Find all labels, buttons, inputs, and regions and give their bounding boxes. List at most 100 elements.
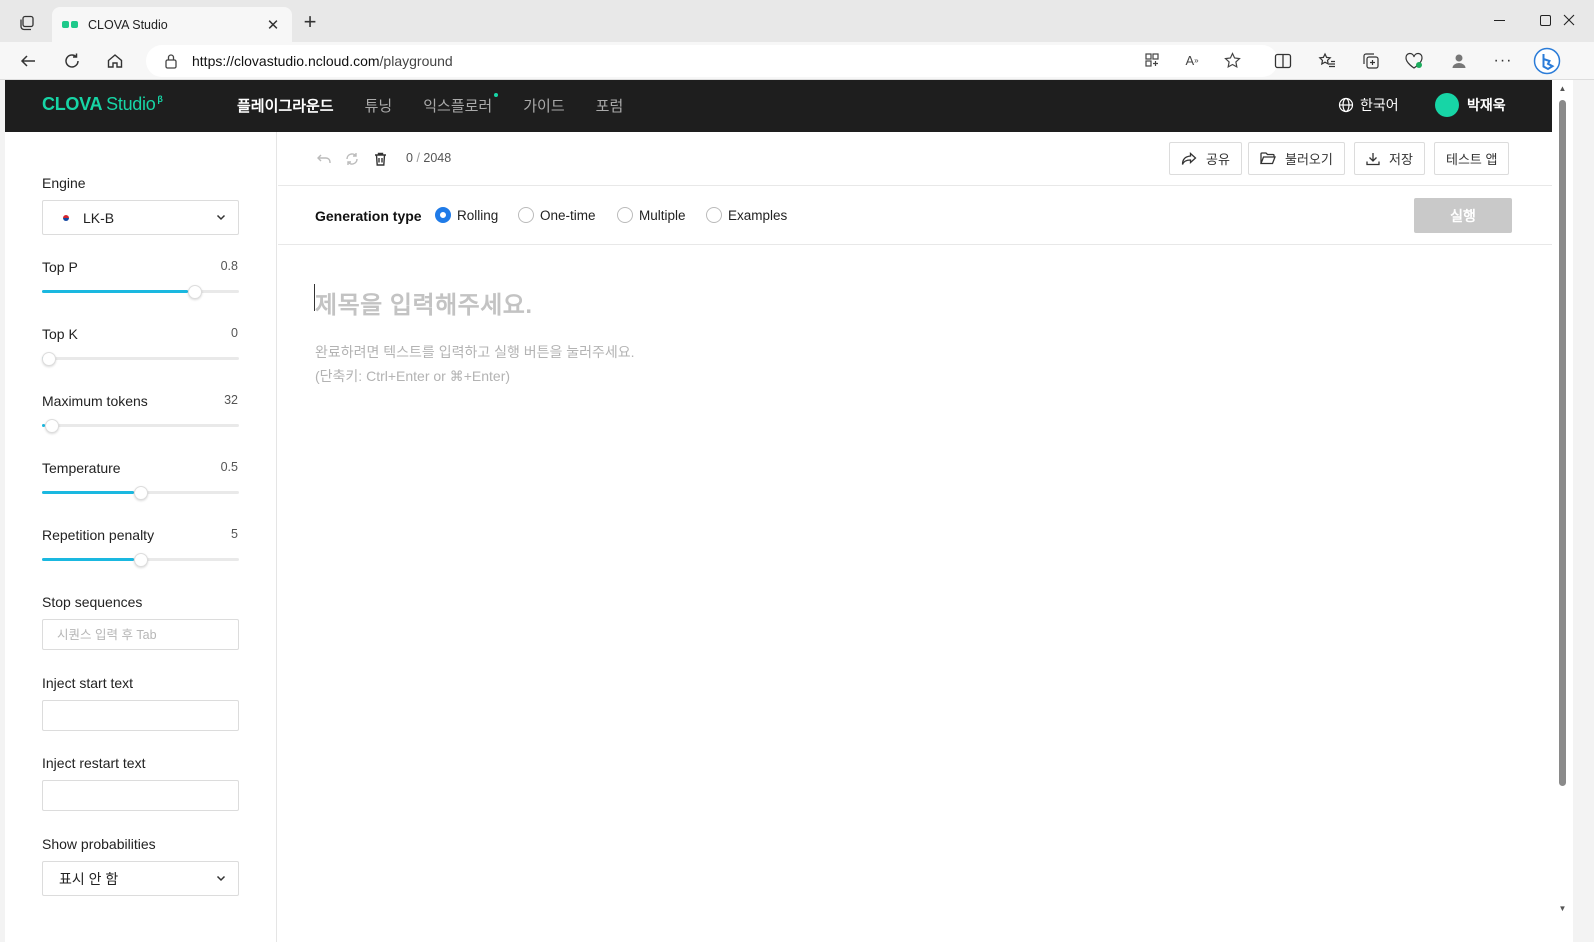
radio-multiple-label: Multiple [639, 207, 686, 223]
body-placeholder-line2: (단축키: Ctrl+Enter or ⌘+Enter) [315, 368, 511, 384]
radio-examples[interactable]: Examples [706, 207, 787, 223]
nav-forum[interactable]: 포럼 [596, 95, 624, 116]
temperature-slider[interactable] [42, 486, 239, 500]
save-label: 저장 [1389, 152, 1413, 167]
engine-label: Engine [42, 175, 86, 191]
test-app-label: 테스트 앱 [1446, 152, 1498, 167]
trash-icon[interactable] [372, 151, 388, 167]
lock-icon[interactable] [164, 53, 180, 69]
max-tokens-label: Maximum tokens [42, 393, 148, 409]
refresh-icon[interactable] [58, 47, 86, 75]
show-probabilities-label: Show probabilities [42, 836, 156, 852]
prompt-editor[interactable]: 제목을 입력해주세요. 완료하려면 텍스트를 입력하고 실행 버튼을 눌러주세요… [278, 245, 1548, 942]
language-selector[interactable]: 한국어 [1338, 95, 1399, 115]
read-aloud-icon[interactable]: A» [1182, 50, 1202, 70]
browser-tab[interactable]: CLOVA Studio ✕ [52, 7, 292, 42]
slider-thumb[interactable] [134, 486, 148, 500]
split-screen-icon[interactable] [1271, 49, 1295, 73]
token-used: 0 [406, 151, 413, 165]
repetition-penalty-value: 5 [231, 527, 238, 541]
stop-sequences-label: Stop sequences [42, 594, 143, 610]
bing-copilot-icon[interactable] [1532, 46, 1562, 76]
token-max: 2048 [423, 151, 452, 165]
radio-examples-label: Examples [728, 207, 788, 223]
clova-studio-logo[interactable]: CLOVA Studio β [42, 94, 163, 115]
browser-toolbar: https://clovastudio.ncloud.com/playgroun… [0, 42, 1594, 80]
top-k-slider[interactable] [42, 352, 239, 366]
inject-restart-label: Inject restart text [42, 755, 146, 771]
top-p-value: 0.8 [220, 259, 238, 273]
tab-actions-icon[interactable] [14, 10, 40, 36]
browser-essentials-icon[interactable] [1402, 49, 1426, 73]
profile-icon[interactable] [1447, 49, 1471, 73]
inject-start-input[interactable] [42, 700, 239, 731]
repetition-penalty-slider[interactable] [42, 553, 239, 567]
logo-main-text: CLOVA [42, 94, 103, 114]
home-icon[interactable] [101, 47, 129, 75]
favorites-icon[interactable] [1315, 49, 1339, 73]
slider-track [42, 357, 239, 360]
radio-rolling-label: Rolling [457, 207, 499, 223]
undo-icon[interactable] [316, 151, 332, 167]
slider-thumb[interactable] [42, 352, 56, 366]
share-label: 공유 [1206, 152, 1230, 167]
temperature-label: Temperature [42, 460, 121, 476]
generation-type-label: Generation type [315, 208, 422, 224]
address-bar[interactable]: https://clovastudio.ncloud.com/playgroun… [146, 45, 1278, 77]
radio-multiple[interactable]: Multiple [617, 207, 686, 223]
load-button[interactable]: 불러오기 [1248, 142, 1345, 175]
title-placeholder[interactable]: 제목을 입력해주세요. [315, 285, 533, 320]
chevron-down-icon [216, 212, 226, 222]
share-button[interactable]: 공유 [1169, 142, 1242, 175]
radio-unchecked-icon [706, 207, 722, 223]
slider-fill [42, 491, 134, 494]
user-name: 박재욱 [1467, 97, 1506, 113]
test-app-button[interactable]: 테스트 앱 [1434, 142, 1510, 175]
back-arrow-icon[interactable] [14, 47, 42, 75]
app-available-icon[interactable] [1142, 50, 1162, 70]
engine-select[interactable]: LK-B [42, 200, 239, 235]
show-probabilities-select[interactable]: 표시 안 함 [42, 861, 239, 896]
new-tab-icon[interactable]: + [299, 11, 321, 34]
browser-titlebar: CLOVA Studio ✕ + [0, 0, 1594, 42]
run-button[interactable]: 실행 [1414, 198, 1512, 233]
app-header: CLOVA Studio β 플레이그라운드 튜닝 익스플로러 가이드 포럼 한… [5, 80, 1573, 132]
favorite-star-icon[interactable] [1222, 50, 1242, 70]
max-tokens-slider[interactable] [42, 419, 239, 433]
url-text[interactable]: https://clovastudio.ncloud.com/playgroun… [192, 53, 453, 69]
token-counter: 0 / 2048 [406, 151, 451, 165]
logo-beta-text: β [157, 94, 163, 104]
scrollbar-thumb[interactable] [1559, 100, 1566, 786]
redo-refresh-icon[interactable] [344, 151, 360, 167]
chevron-down-icon [216, 873, 226, 883]
radio-rolling[interactable]: Rolling [435, 207, 498, 223]
nav-explorer[interactable]: 익스플로러 [423, 93, 499, 116]
body-placeholder[interactable]: 완료하려면 텍스트를 입력하고 실행 버튼을 눌러주세요. (단축키: Ctrl… [315, 340, 635, 388]
scroll-up-icon[interactable]: ▲ [1557, 84, 1568, 93]
minimize-icon[interactable] [1476, 6, 1522, 34]
nav-guide[interactable]: 가이드 [523, 95, 564, 116]
tab-close-icon[interactable]: ✕ [264, 16, 282, 34]
globe-icon [1338, 97, 1354, 113]
stop-sequences-input[interactable] [42, 619, 239, 650]
page-scrollbar[interactable]: ▲ ▼ [1552, 80, 1573, 942]
nav-tuning[interactable]: 튜닝 [365, 95, 393, 116]
scroll-down-icon[interactable]: ▼ [1557, 904, 1568, 913]
save-button[interactable]: 저장 [1354, 142, 1425, 175]
top-k-value: 0 [231, 326, 238, 340]
slider-thumb[interactable] [134, 553, 148, 567]
radio-one-time[interactable]: One-time [518, 207, 596, 223]
slider-thumb[interactable] [188, 285, 202, 299]
engine-value: LK-B [83, 209, 115, 226]
language-label: 한국어 [1360, 97, 1399, 113]
slider-thumb[interactable] [45, 419, 59, 433]
more-menu-icon[interactable]: ··· [1491, 49, 1515, 73]
inject-restart-input[interactable] [42, 780, 239, 811]
user-menu[interactable]: 박재욱 [1435, 93, 1506, 117]
slider-fill [42, 290, 188, 293]
nav-playground[interactable]: 플레이그라운드 [237, 95, 334, 116]
top-p-slider[interactable] [42, 285, 239, 299]
collections-icon[interactable] [1359, 49, 1383, 73]
radio-unchecked-icon [617, 207, 633, 223]
window-close-icon[interactable] [1546, 6, 1592, 34]
